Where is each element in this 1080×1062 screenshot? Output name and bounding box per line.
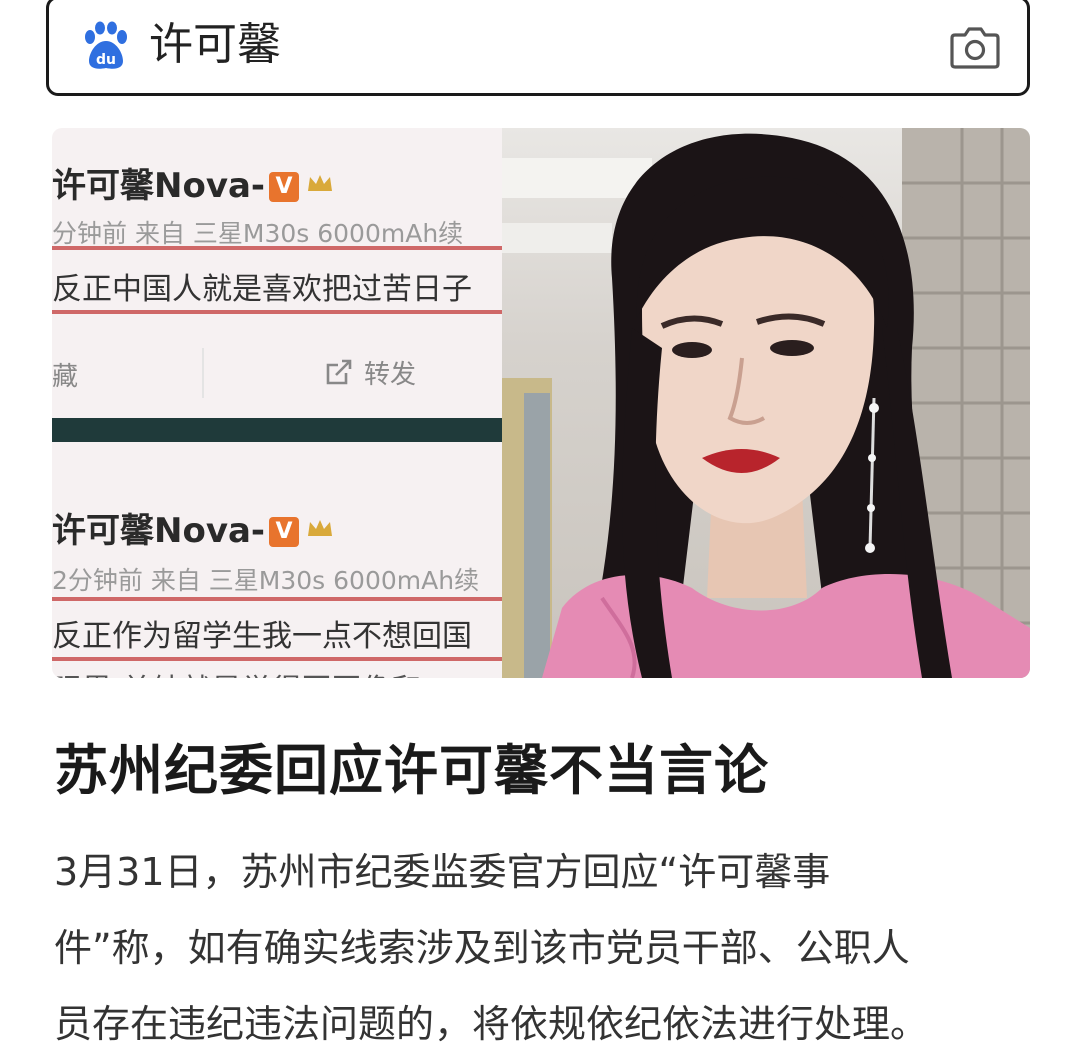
summary-line: 员存在违纪违法问题的，将依规依纪依法进行处理。 [54,1002,929,1046]
eye [672,342,712,358]
weibo-text: 反正中国人就是喜欢把过苦日子 [52,272,472,307]
crown-icon [308,520,333,536]
portrait-photo [502,128,1030,678]
divider [52,597,502,601]
divider [52,310,502,314]
weibo-text-cut: 眼界 单纯就是觉得回国像和 [52,665,422,678]
weibo-actions: 藏 转发 [52,338,502,408]
article-headline[interactable]: 苏州纪委回应许可馨不当言论 [54,726,769,805]
weibo-meta: 分钟前 来自 三星M30s 6000mAh续 [52,219,464,248]
repost-label: 转发 [364,360,417,390]
camera-icon[interactable] [949,23,1001,71]
weibo-username: 许可馨Nova- [52,166,266,206]
article-summary: 3月31日，苏州市纪委监委官方回应“许可馨事 件”称，如有确实线索涉及到该市党员… [54,834,1004,1062]
repost-icon [326,359,352,385]
summary-line: 件”称，如有确实线索涉及到该市党员干部、公职人 [54,926,910,970]
portrait-illustration [502,128,1030,678]
baidu-logo-icon: du [85,21,127,69]
crown-icon [308,175,333,191]
locker-door [524,393,550,678]
divider [202,348,204,398]
verified-badge-icon: V [269,172,300,202]
search-bar[interactable]: du 许可馨 [46,0,1030,96]
summary-line: 3月31日，苏州市纪委监委官方回应“许可馨事 [54,850,831,894]
weibo-username: 许可馨Nova- [52,511,266,551]
divider [52,246,502,250]
search-query[interactable]: 许可馨 [149,17,281,73]
ceiling-light [502,223,612,253]
svg-text:du: du [96,52,116,68]
weibo-text: 反正作为留学生我一点不想回国 [52,619,472,654]
favorite-label: 藏 [52,362,79,392]
weibo-screenshot: 许可馨Nova- V 分钟前 来自 三星M30s 6000mAh续 反正中国人就是… [52,128,502,678]
news-image[interactable]: 许可馨Nova- V 分钟前 来自 三星M30s 6000mAh续 反正中国人就是… [52,128,1030,678]
divider [52,418,502,442]
ceiling-light [502,158,652,198]
weibo-meta: 2分钟前 来自 三星M30s 6000mAh续 [52,566,480,595]
verified-badge-icon: V [269,517,300,547]
eye [770,340,814,356]
divider [52,657,502,661]
